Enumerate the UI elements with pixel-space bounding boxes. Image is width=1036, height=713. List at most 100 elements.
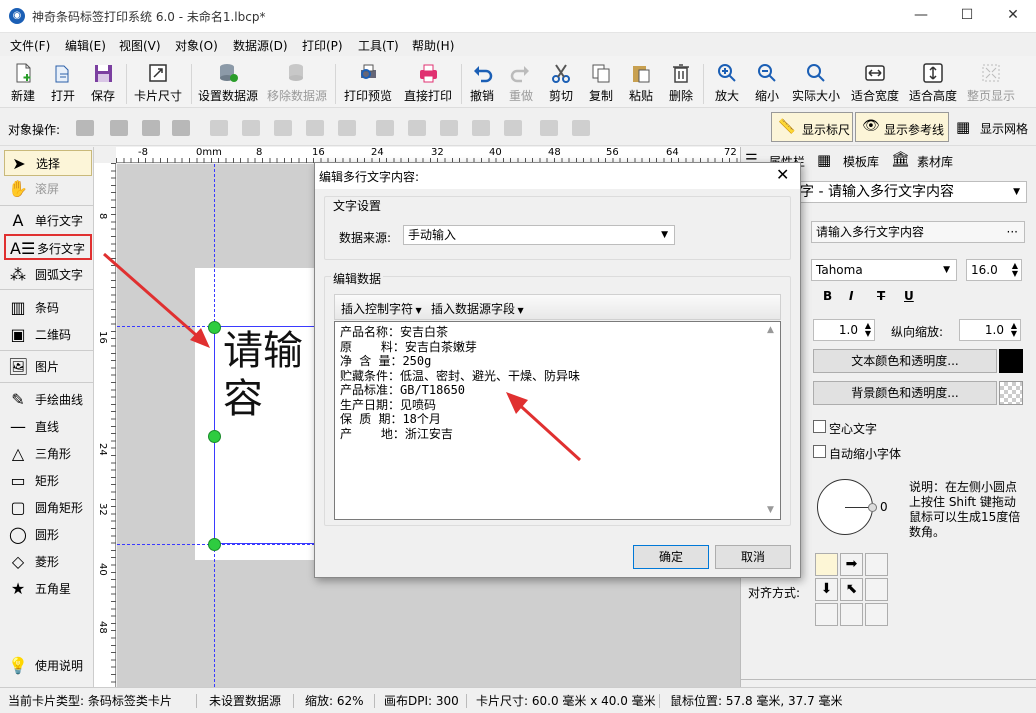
bold-button[interactable]: B (823, 289, 832, 303)
align-middle-left[interactable]: ⬇ (815, 578, 838, 601)
distribute-h-icon[interactable] (306, 120, 324, 136)
tool-barcode[interactable]: ▥ 条码 (4, 295, 92, 321)
zoom-in-button[interactable]: 放大 (709, 60, 745, 106)
align-top-center[interactable]: ➡ (840, 553, 863, 576)
align-middle-icon[interactable] (408, 120, 426, 136)
fit-height-button[interactable]: 适合高度 (906, 60, 960, 106)
cut-button[interactable]: 剪切 (545, 60, 577, 106)
remove-datasource-button[interactable]: 移除数据源 (265, 60, 329, 106)
ungroup-icon[interactable] (572, 120, 590, 136)
textarea-scrollbar[interactable]: ▲ ▼ (765, 323, 779, 518)
tool-image[interactable]: 🖼 图片 (4, 354, 92, 380)
menu-tools[interactable]: 工具(T) (358, 37, 399, 54)
tool-diamond[interactable]: ◇ 菱形 (4, 549, 92, 575)
tool-rect[interactable]: ▭ 矩形 (4, 468, 92, 494)
align-right-icon[interactable] (274, 120, 292, 136)
help-button[interactable]: 💡 使用说明 (4, 653, 92, 679)
align-top-icon[interactable] (376, 120, 394, 136)
align-bottom-left[interactable] (815, 603, 838, 626)
direct-print-button[interactable]: 直接打印 (400, 60, 456, 106)
show-ruler-toggle[interactable]: 📏 显示标尺 (771, 112, 853, 142)
align-top-right[interactable] (865, 553, 888, 576)
h-scale-input[interactable]: 1.0 ▲ ▼ (813, 319, 875, 341)
layer-up-icon[interactable] (76, 120, 94, 136)
dialog-close-icon[interactable]: ✕ (776, 165, 789, 184)
insert-control-char-button[interactable]: 插入控制字符 ▼ (341, 300, 422, 317)
tool-single-text[interactable]: A 单行文字 (4, 208, 92, 234)
menu-object[interactable]: 对象(O) (175, 37, 218, 54)
paste-button[interactable]: 粘贴 (625, 60, 657, 106)
show-guides-toggle[interactable]: 👁 显示参考线 (855, 112, 949, 142)
cancel-button[interactable]: 取消 (715, 545, 791, 569)
actual-size-button[interactable]: 实际大小 (789, 60, 843, 106)
datasource-select[interactable]: 手动输入 ▼ (403, 225, 675, 245)
tab-materials[interactable]: 🏛 素材库 (889, 150, 961, 172)
text-color-swatch[interactable] (999, 349, 1023, 373)
distribute-v-icon[interactable] (472, 120, 490, 136)
maximize-button[interactable]: ☐ (944, 0, 990, 32)
delete-button[interactable]: 删除 (665, 60, 697, 106)
group-icon[interactable] (540, 120, 558, 136)
v-scale-input[interactable]: 1.0 ▲ ▼ (959, 319, 1021, 341)
menu-view[interactable]: 视图(V) (119, 37, 161, 54)
align-left-icon[interactable] (210, 120, 228, 136)
menu-edit[interactable]: 编辑(E) (65, 37, 106, 54)
align-bottom-center[interactable] (840, 603, 863, 626)
bg-color-button[interactable]: 背景颜色和透明度... (813, 381, 997, 405)
fit-page-button[interactable]: 整页显示 (964, 60, 1018, 106)
menu-datasource[interactable]: 数据源(D) (233, 37, 288, 54)
italic-button[interactable]: I (849, 289, 853, 303)
minimize-button[interactable]: — (898, 0, 944, 32)
same-width-icon[interactable] (338, 120, 356, 136)
tool-arc-text[interactable]: ⁂ 圆弧文字 (4, 262, 92, 288)
font-size-input[interactable]: 16.0 ▲ ▼ (966, 259, 1022, 281)
new-button[interactable]: 新建 (6, 60, 40, 106)
fit-width-button[interactable]: 适合宽度 (848, 60, 902, 106)
rotation-dial[interactable] (817, 479, 877, 535)
set-datasource-button[interactable]: 设置数据源 (196, 60, 260, 106)
content-field[interactable]: 请输入多行文字内容 ··· (811, 221, 1025, 243)
tool-round-rect[interactable]: ▢ 圆角矩形 (4, 495, 92, 521)
scroll-up-icon[interactable]: ▲ (767, 325, 774, 335)
selected-text-object[interactable]: 请输 容 (214, 326, 318, 544)
tool-multi-text[interactable]: A☰ 多行文字 (4, 234, 92, 260)
tool-select[interactable]: ➤ 选择 (4, 150, 92, 176)
same-height-icon[interactable] (504, 120, 522, 136)
layer-bottom-icon[interactable] (172, 120, 190, 136)
bg-color-swatch[interactable] (999, 381, 1023, 405)
card-size-button[interactable]: 卡片尺寸 (131, 60, 185, 106)
show-grid-toggle[interactable]: ▦ 显示网格 (952, 112, 1034, 142)
save-button[interactable]: 保存 (86, 60, 120, 106)
menu-print[interactable]: 打印(P) (302, 37, 343, 54)
align-bottom-icon[interactable] (440, 120, 458, 136)
copy-button[interactable]: 复制 (585, 60, 617, 106)
ok-button[interactable]: 确定 (633, 545, 709, 569)
hollow-checkbox[interactable] (813, 420, 826, 433)
tool-star[interactable]: ★ 五角星 (4, 576, 92, 602)
object-select[interactable]: 字 - 请输入多行文字内容 ▼ (795, 181, 1027, 203)
print-preview-button[interactable]: 打印预览 (340, 60, 396, 106)
open-button[interactable]: 打开 (46, 60, 80, 106)
layer-top-icon[interactable] (110, 120, 128, 136)
tool-qrcode[interactable]: ▣ 二维码 (4, 322, 92, 348)
tool-triangle[interactable]: △ 三角形 (4, 441, 92, 467)
tool-freehand[interactable]: ✎ 手绘曲线 (4, 387, 92, 413)
undo-button[interactable]: 撤销 (466, 60, 498, 106)
resize-handle[interactable] (208, 430, 221, 443)
align-top-left[interactable] (815, 553, 838, 576)
tool-scroll[interactable]: ✋ 滚屏 (4, 176, 92, 202)
resize-handle[interactable] (208, 538, 221, 551)
auto-shrink-checkbox[interactable] (813, 445, 826, 458)
tab-templates[interactable]: ▦ 模板库 (815, 150, 887, 172)
insert-field-button[interactable]: 插入数据源字段 ▼ (431, 300, 524, 317)
align-middle-center[interactable]: ⬉ (840, 578, 863, 601)
strikethrough-button[interactable]: T (877, 289, 885, 303)
align-center-icon[interactable] (242, 120, 260, 136)
redo-button[interactable]: 重做 (505, 60, 537, 106)
font-select[interactable]: Tahoma ▼ (811, 259, 957, 281)
underline-button[interactable]: U (904, 289, 914, 303)
scroll-down-icon[interactable]: ▼ (767, 505, 774, 515)
align-middle-right[interactable] (865, 578, 888, 601)
menu-help[interactable]: 帮助(H) (412, 37, 454, 54)
menu-file[interactable]: 文件(F) (10, 37, 50, 54)
